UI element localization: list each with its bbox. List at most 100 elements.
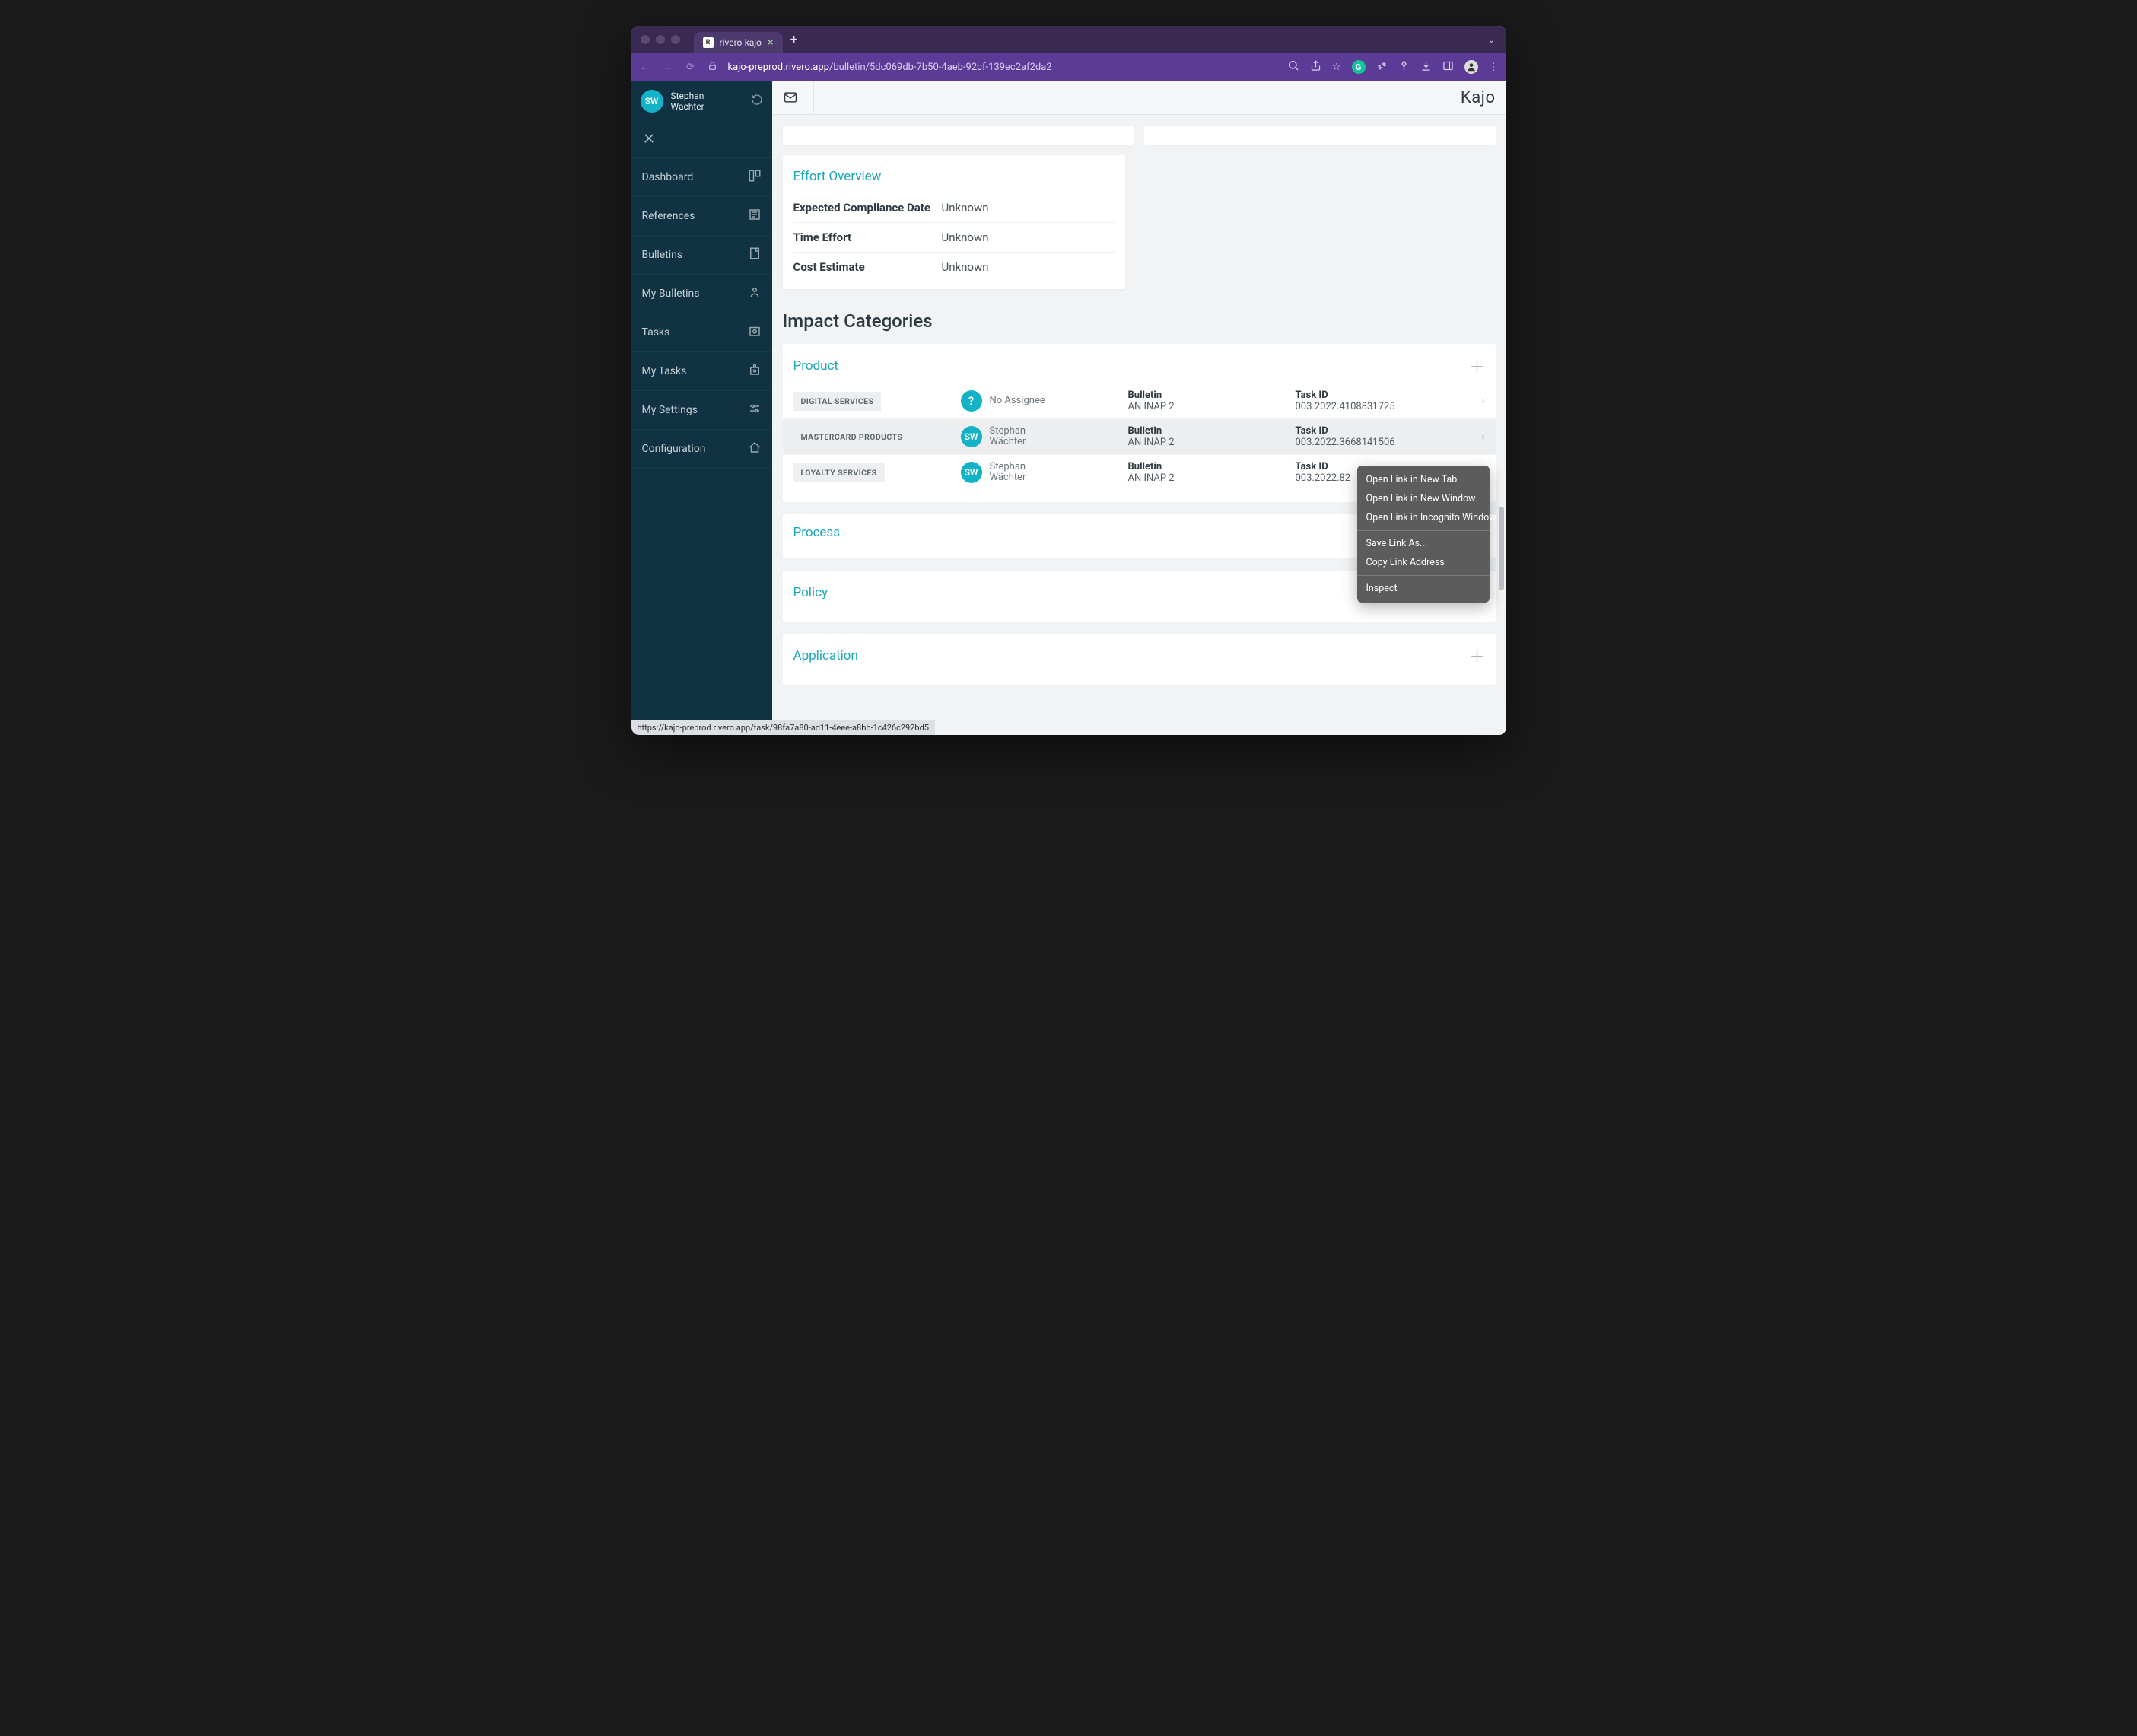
side-panel-icon[interactable] — [1442, 60, 1454, 75]
sidebar-item-my-bulletins[interactable]: My Bulletins — [631, 275, 772, 313]
assignee-avatar: ? — [961, 390, 982, 412]
dashboard-icon — [748, 169, 762, 186]
bulletin-value: AN INAP 2 — [1128, 401, 1296, 412]
panel-title: Product — [793, 358, 838, 374]
maximize-window-icon[interactable] — [671, 35, 680, 44]
browser-toolbar: ← → ⟳ kajo-preprod.rivero.app/bulletin/5… — [631, 53, 1506, 81]
panel-add-icon[interactable]: ＋ — [1470, 644, 1485, 666]
sidebar-item-tasks[interactable]: Tasks — [631, 313, 772, 352]
user-avatar: SW — [641, 90, 663, 113]
scrollbar-thumb[interactable] — [1499, 507, 1504, 590]
lock-icon[interactable] — [708, 61, 717, 74]
window-controls[interactable] — [641, 35, 680, 44]
sidebar-item-label: My Settings — [642, 404, 698, 416]
panel-title: Policy — [793, 585, 828, 600]
status-bar: https://kajo-preprod.rivero.app/task/98f… — [631, 720, 935, 735]
share-icon[interactable] — [1310, 60, 1321, 75]
effort-row: Time Effort Unknown — [793, 223, 1115, 253]
product-tag: LOYALTY SERVICES — [793, 463, 885, 482]
task-label: Task ID — [1296, 425, 1462, 437]
product-tag: DIGITAL SERVICES — [793, 392, 882, 411]
browser-menu-icon[interactable]: ⋮ — [1489, 62, 1499, 73]
panel-title: Process — [793, 525, 840, 540]
downloads-icon[interactable] — [1420, 60, 1432, 75]
window-titlebar: R rivero-kajo × + ⌄ — [631, 26, 1506, 53]
address-bar[interactable]: kajo-preprod.rivero.app/bulletin/5dc069d… — [728, 62, 1277, 73]
product-tag: MASTERCARD PRODUCTS — [793, 428, 911, 447]
bulletin-label: Bulletin — [1128, 389, 1296, 401]
user-last-name: Wachter — [671, 101, 704, 112]
assignee-last: Wächter — [990, 437, 1026, 447]
sidebar-item-references[interactable]: References — [631, 197, 772, 236]
effort-value: Unknown — [942, 260, 989, 274]
tabs-overflow-icon[interactable]: ⌄ — [1487, 34, 1495, 45]
panel-title: Application — [793, 648, 858, 663]
sidebar-item-label: Configuration — [642, 443, 706, 455]
sidebar-item-label: Bulletins — [642, 249, 683, 261]
tab-title: rivero-kajo — [720, 37, 762, 48]
ctx-open-incognito[interactable]: Open Link in Incognito Window — [1357, 508, 1490, 527]
ctx-inspect[interactable]: Inspect — [1357, 579, 1490, 598]
mail-icon — [783, 90, 798, 105]
user-first-name: Stephan — [671, 91, 704, 101]
zoom-icon[interactable] — [1287, 59, 1299, 75]
ctx-divider — [1357, 575, 1490, 576]
sidebar-item-my-settings[interactable]: My Settings — [631, 391, 772, 430]
sidebar-item-dashboard[interactable]: Dashboard — [631, 158, 772, 197]
impact-heading: Impact Categories — [783, 310, 1496, 332]
back-button[interactable]: ← — [639, 61, 651, 73]
product-row[interactable]: MASTERCARD PRODUCTS SW Stephan Wächter B… — [783, 418, 1496, 454]
bulletins-icon — [748, 246, 762, 263]
placeholder-card-right — [1144, 126, 1496, 145]
content-scroll[interactable]: Effort Overview Expected Compliance Date… — [772, 115, 1506, 735]
assignee-name: No Assignee — [990, 396, 1045, 406]
close-window-icon[interactable] — [641, 35, 650, 44]
forward-button[interactable]: → — [662, 61, 674, 73]
tab-favicon: R — [703, 37, 714, 48]
ctx-save-link[interactable]: Save Link As... — [1357, 534, 1490, 553]
sidebar-user[interactable]: SW Stephan Wachter — [631, 81, 772, 122]
sidebar-item-label: References — [642, 210, 695, 222]
ctx-copy-link[interactable]: Copy Link Address — [1357, 553, 1490, 572]
product-row[interactable]: DIGITAL SERVICES ? No Assignee Bulletin … — [783, 383, 1496, 418]
refresh-icon[interactable] — [751, 94, 763, 109]
panel-add-icon[interactable]: ＋ — [1470, 355, 1485, 377]
reload-button[interactable]: ⟳ — [685, 62, 697, 73]
effort-title: Effort Overview — [793, 169, 1115, 184]
task-value: 003.2022.3668141506 — [1296, 437, 1462, 448]
sidebar-item-label: My Tasks — [642, 365, 687, 377]
extension-tree-icon[interactable] — [1398, 60, 1410, 75]
tab-close-icon[interactable]: × — [768, 37, 773, 49]
effort-overview-card: Effort Overview Expected Compliance Date… — [783, 155, 1125, 289]
profile-avatar-icon[interactable] — [1464, 60, 1478, 74]
minimize-window-icon[interactable] — [656, 35, 665, 44]
ctx-divider — [1357, 530, 1490, 531]
chevron-right-icon[interactable]: › — [1482, 431, 1485, 443]
assignee-first: Stephan — [990, 462, 1026, 472]
extensions-icon[interactable] — [1376, 60, 1388, 75]
panel-application: Application ＋ — [783, 634, 1496, 685]
sidebar-item-label: Dashboard — [642, 171, 694, 183]
sidebar: SW Stephan Wachter Dashboard References — [631, 81, 772, 735]
my-bulletins-icon — [748, 285, 762, 302]
app-topbar: Kajo — [772, 81, 1506, 115]
ctx-open-new-window[interactable]: Open Link in New Window — [1357, 489, 1490, 508]
effort-value: Unknown — [942, 231, 989, 244]
sidebar-item-configuration[interactable]: Configuration — [631, 430, 772, 469]
effort-row: Cost Estimate Unknown — [793, 253, 1115, 281]
new-tab-button[interactable]: + — [790, 32, 798, 48]
bulletin-value: AN INAP 2 — [1128, 437, 1296, 448]
tasks-icon — [748, 324, 762, 341]
sidebar-collapse-button[interactable] — [631, 122, 772, 158]
placeholder-card-left — [783, 126, 1134, 145]
mail-button[interactable] — [783, 81, 814, 114]
extension-grammarly-icon[interactable]: G — [1352, 60, 1366, 74]
browser-tab[interactable]: R rivero-kajo × — [694, 32, 783, 53]
bookmark-icon[interactable]: ☆ — [1332, 62, 1341, 73]
settings-icon — [748, 402, 762, 418]
effort-key: Cost Estimate — [793, 260, 942, 274]
sidebar-item-my-tasks[interactable]: My Tasks — [631, 352, 772, 391]
chevron-right-icon[interactable]: › — [1482, 396, 1485, 407]
ctx-open-new-tab[interactable]: Open Link in New Tab — [1357, 470, 1490, 489]
sidebar-item-bulletins[interactable]: Bulletins — [631, 236, 772, 275]
